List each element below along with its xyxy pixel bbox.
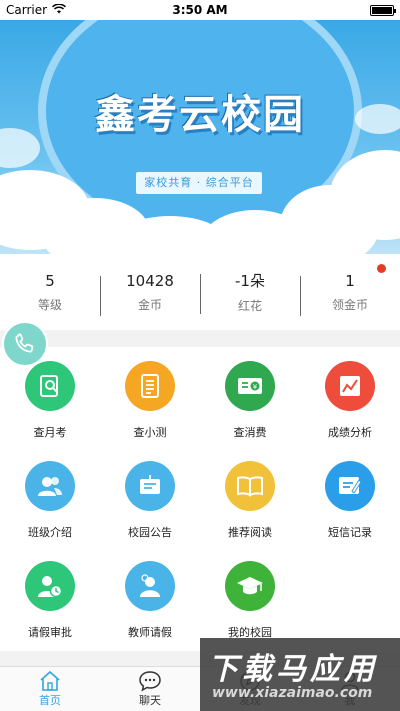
grid-item-label: 查消费 [233,426,267,439]
grid-item-label: 成绩分析 [328,426,372,439]
phone-icon [15,333,34,353]
grid-item-sms-records[interactable]: 短信记录 [300,447,400,547]
stat-label: 等级 [37,297,62,312]
users-icon [25,461,75,511]
stat-value: 1 [345,271,355,290]
svg-text:¥: ¥ [253,383,258,391]
grid-item-label: 查月考 [33,426,67,439]
stats-bar: 5 等级 10428 金币 -1朵 红花 1 领金币 [0,254,400,330]
grid-item-label: 推荐阅读 [228,526,272,539]
money-card-icon: ¥ [225,361,275,411]
chart-icon [325,361,375,411]
tab-chat[interactable]: 聊天 [100,667,200,711]
stat-level[interactable]: 5 等级 [0,272,100,313]
notification-dot [377,263,386,273]
feature-grid: 查月考 查小测 ¥ 查消费 成绩分析 班级介绍 校园公告 推荐阅读 短信记录 请… [0,347,400,651]
book-icon [225,461,275,511]
stat-coins[interactable]: 10428 金币 [100,271,200,316]
stat-label: 红花 [237,299,262,313]
watermark: 下载马应用 www.xiazaimao.com [200,638,400,711]
grid-item-class-intro[interactable]: 班级介绍 [0,447,100,547]
phone-call-button[interactable] [2,321,48,367]
grid-item-label: 教师请假 [128,626,172,639]
grad-cap-icon [225,561,275,611]
banner-title: 鑫考云校园 [95,91,305,138]
stat-value: 5 [45,271,55,290]
stat-claim-coins[interactable]: 1 领金币 [300,263,400,316]
home-icon [38,670,62,692]
battery-icon [370,4,396,16]
stat-value: 10428 [126,271,174,290]
user-clock-icon [25,561,75,611]
banner-subtitle: 家校共育 · 综合平台 [136,172,262,194]
grid-item-label: 短信记录 [328,526,372,539]
grid-item-teacher-leave[interactable]: 教师请假 [100,547,200,651]
grid-item-spending[interactable]: ¥ 查消费 [200,347,300,447]
app-screen: Carrier 3:50 AM 鑫考云校园 家校共育 · 综合平台 5 等级 1… [0,0,400,711]
grid-item-label: 班级介绍 [28,526,72,539]
grid-item-label: 查小测 [133,426,167,439]
stat-label: 领金币 [331,297,368,312]
message-icon [325,461,375,511]
grid-item-school-notice[interactable]: 校园公告 [100,447,200,547]
grid-item-score-analysis[interactable]: 成绩分析 [300,347,400,447]
grid-item-reading[interactable]: 推荐阅读 [200,447,300,547]
watermark-title: 下载马应用 [208,652,378,687]
grid-empty-cell [300,547,400,651]
grid-item-label: 校园公告 [128,526,172,539]
chat-icon [138,670,162,692]
tab-label: 首页 [39,694,61,707]
grid-item-my-campus[interactable]: 我的校园 [200,547,300,651]
watermark-url: www.xiazaimao.com [212,685,373,701]
tab-label: 聊天 [139,694,161,707]
tab-home[interactable]: 首页 [0,667,100,711]
grid-item-leave-approval[interactable]: 请假审批 [0,547,100,651]
notice-icon [125,461,175,511]
list-doc-icon [125,361,175,411]
stat-value: -1朵 [235,272,265,290]
grid-item-quiz[interactable]: 查小测 [100,347,200,447]
exam-magnifier-icon [25,361,75,411]
status-bar: Carrier 3:50 AM [0,0,400,20]
stat-flowers[interactable]: -1朵 红花 [200,270,300,314]
banner[interactable]: 鑫考云校园 家校共育 · 综合平台 [0,20,400,254]
grid-item-label: 请假审批 [28,626,72,639]
status-time: 3:50 AM [172,3,228,17]
stat-label: 金币 [137,297,162,312]
teacher-icon [125,561,175,611]
